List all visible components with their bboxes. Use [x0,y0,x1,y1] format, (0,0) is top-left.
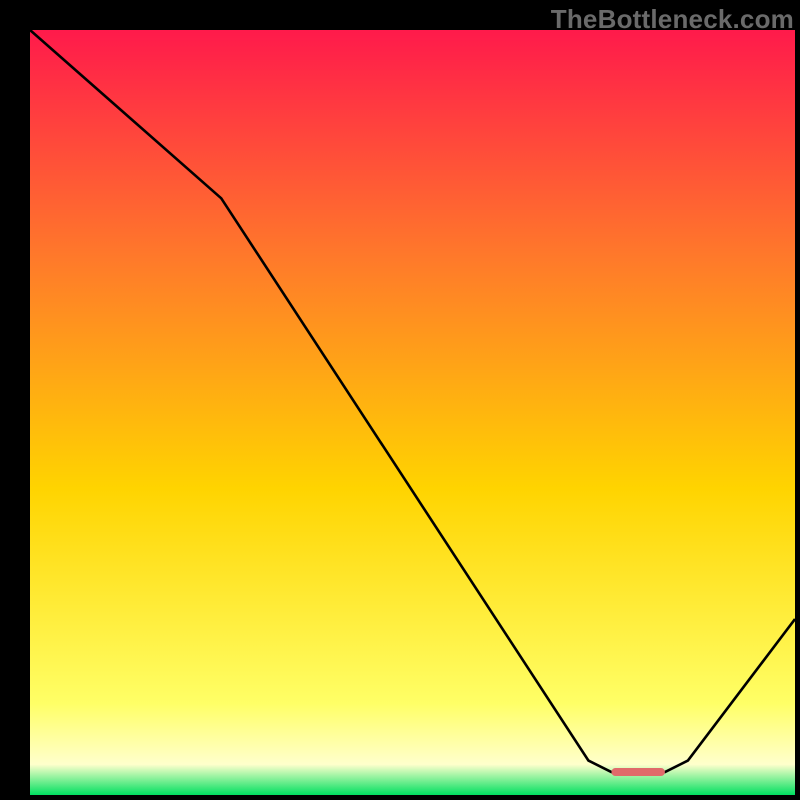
optimal-range-marker [611,768,665,776]
watermark-text: TheBottleneck.com [551,4,794,35]
gradient-background [30,30,795,795]
plot-area [30,30,795,795]
chart-frame: TheBottleneck.com [0,0,800,800]
bottleneck-chart [30,30,795,795]
